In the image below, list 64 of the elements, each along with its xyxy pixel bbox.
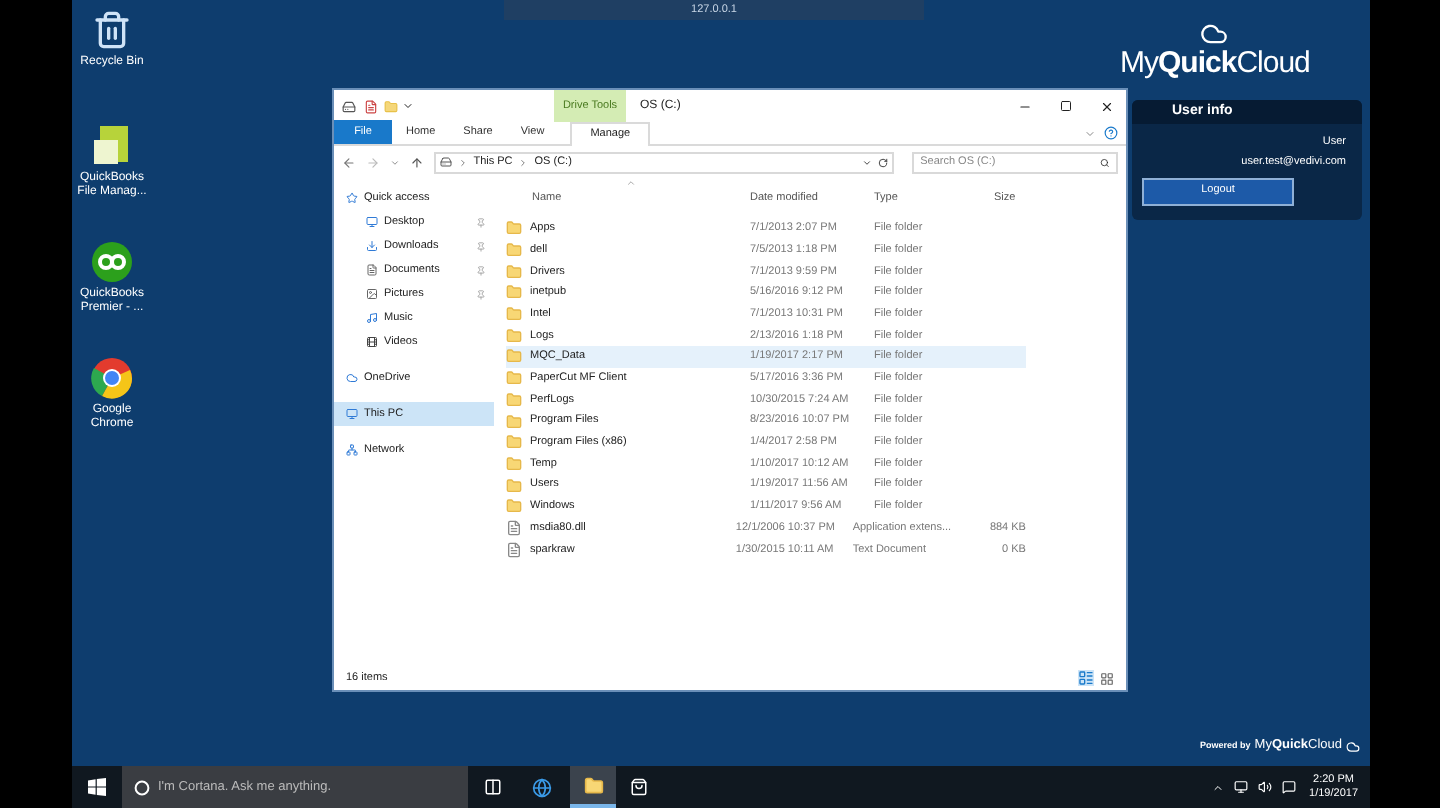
cortana-icon: [134, 779, 150, 795]
folder-icon: [506, 284, 522, 301]
task-view-icon[interactable]: [484, 778, 502, 796]
folder-icon: [506, 434, 522, 451]
folder-icon: [506, 455, 522, 472]
details-view-icon[interactable]: [1078, 670, 1094, 686]
folder-icon: [506, 391, 522, 408]
nav-icon: [366, 264, 378, 276]
sort-indicator-icon: [626, 178, 636, 188]
pin-icon: [476, 265, 486, 275]
brand-logo: MyQuickCloud: [1120, 48, 1310, 80]
browser-icon[interactable]: [532, 777, 552, 797]
back-icon[interactable]: [342, 155, 356, 169]
address-dropdown-icon[interactable]: [862, 157, 873, 167]
close-icon[interactable]: [1100, 99, 1114, 113]
folder-icon: [506, 413, 522, 430]
folder-icon: [506, 348, 522, 365]
new-folder-icon: [384, 99, 398, 113]
folder-icon: [506, 220, 522, 237]
nav-icon: [346, 372, 358, 384]
folder-icon: [506, 327, 522, 344]
folder-icon: [506, 498, 522, 515]
maximize-icon[interactable]: [1060, 100, 1072, 112]
nav-icon: [346, 444, 358, 456]
nav-icon: [366, 288, 378, 300]
file-icon: [506, 519, 522, 536]
refresh-icon[interactable]: [878, 157, 889, 167]
folder-icon: [506, 477, 522, 494]
customize-dropdown-icon[interactable]: [402, 100, 414, 112]
pc-icon: [439, 156, 452, 168]
nav-icon: [346, 408, 358, 420]
drive-icon: [342, 99, 356, 113]
nav-icon: [366, 336, 378, 348]
nav-icon: [366, 216, 378, 228]
volume-icon[interactable]: [1257, 780, 1272, 794]
pin-icon: [476, 217, 486, 227]
nav-icon: [366, 312, 378, 324]
browser-logo-icon: [90, 356, 134, 400]
help-icon[interactable]: [1104, 126, 1118, 140]
folder-icon: [506, 242, 522, 259]
breadcrumb-chevron-icon: [457, 157, 468, 167]
notification-icon[interactable]: [1281, 780, 1296, 794]
search-icon: [1100, 157, 1110, 167]
recycle-bin-icon: [92, 8, 132, 52]
document-shortcut-icon: [90, 124, 134, 168]
breadcrumb-chevron-icon: [518, 157, 529, 167]
folder-icon: [506, 306, 522, 323]
explorer-taskbar-button[interactable]: [570, 766, 616, 808]
nav-icon: [346, 192, 358, 204]
start-icon[interactable]: [88, 778, 106, 796]
qb-logo-icon: [90, 240, 134, 284]
up-icon[interactable]: [409, 155, 424, 169]
file-icon: [506, 541, 522, 558]
pin-icon: [476, 289, 486, 299]
folder-icon: [506, 370, 522, 387]
folder-icon: [506, 263, 522, 280]
cloud-icon: [1346, 739, 1360, 754]
tray-expand-icon[interactable]: [1211, 781, 1224, 793]
properties-icon: [364, 99, 378, 113]
tiles-view-icon[interactable]: [1100, 671, 1114, 685]
store-icon[interactable]: [630, 778, 648, 796]
nav-icon: [366, 240, 378, 252]
pin-icon: [476, 241, 486, 251]
folder-icon: [583, 775, 603, 795]
